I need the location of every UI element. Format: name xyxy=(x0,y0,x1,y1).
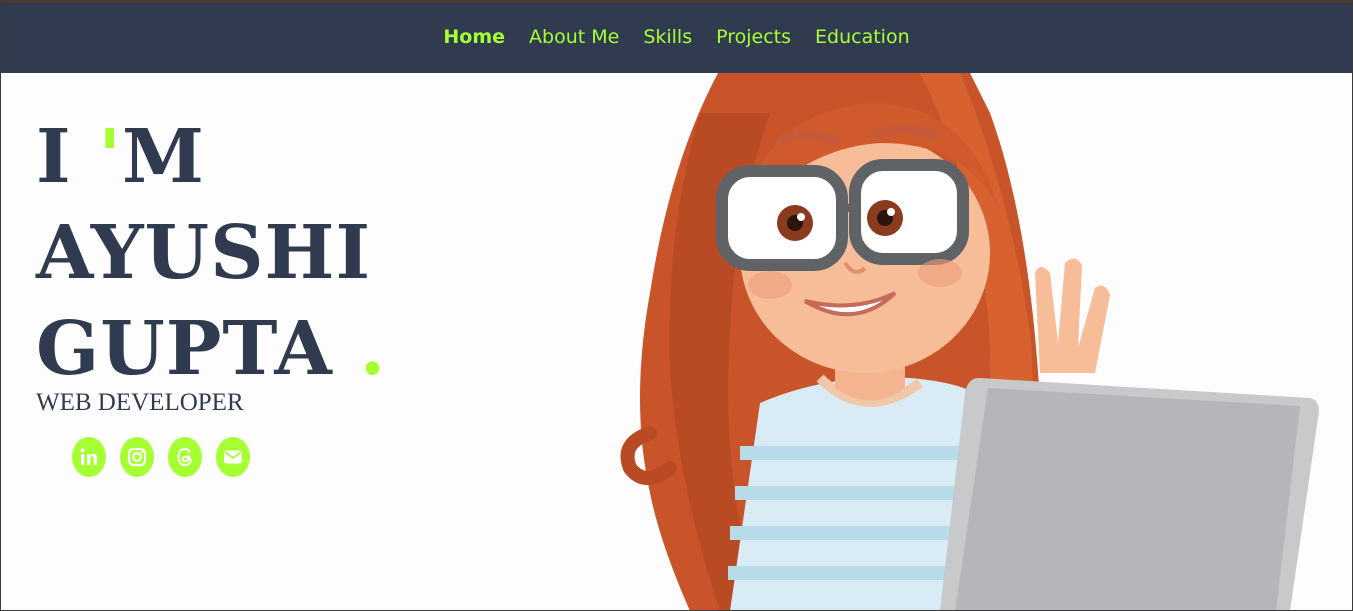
nav-home-link[interactable]: Home xyxy=(443,26,505,48)
instagram-icon xyxy=(127,447,147,467)
top-navbar: Home About Me Skills Projects Education xyxy=(0,0,1353,73)
hero-first-name: AYUSHI xyxy=(36,210,372,296)
threads-link[interactable] xyxy=(168,437,202,477)
hero-m-text: M xyxy=(122,114,205,200)
nav-skills-link[interactable]: Skills xyxy=(643,26,692,48)
nav-projects-link[interactable]: Projects xyxy=(716,26,791,48)
hero-apostrophe: ' xyxy=(98,114,123,200)
hero-line-im: I 'M xyxy=(36,109,386,205)
hero-i-text: I xyxy=(36,114,99,200)
nav-education-link[interactable]: Education xyxy=(815,26,910,48)
hero-last-name: GUPTA xyxy=(36,306,360,392)
hero-section: I 'M AYUSHI GUPTA . WEB DEVELOPER xyxy=(0,73,1353,611)
linkedin-icon xyxy=(80,448,97,465)
hero-accent-dot: . xyxy=(359,306,387,392)
hero-last-name-line: GUPTA . xyxy=(36,301,386,397)
email-link[interactable] xyxy=(216,437,250,477)
instagram-link[interactable] xyxy=(120,437,154,477)
nav-about-link[interactable]: About Me xyxy=(529,26,619,48)
email-icon xyxy=(224,450,242,464)
threads-icon xyxy=(177,447,192,467)
hero-intro: I 'M AYUSHI GUPTA . WEB DEVELOPER xyxy=(36,109,386,417)
social-links xyxy=(72,437,250,477)
linkedin-link[interactable] xyxy=(72,437,106,477)
developer-avatar-illustration xyxy=(620,73,1319,611)
